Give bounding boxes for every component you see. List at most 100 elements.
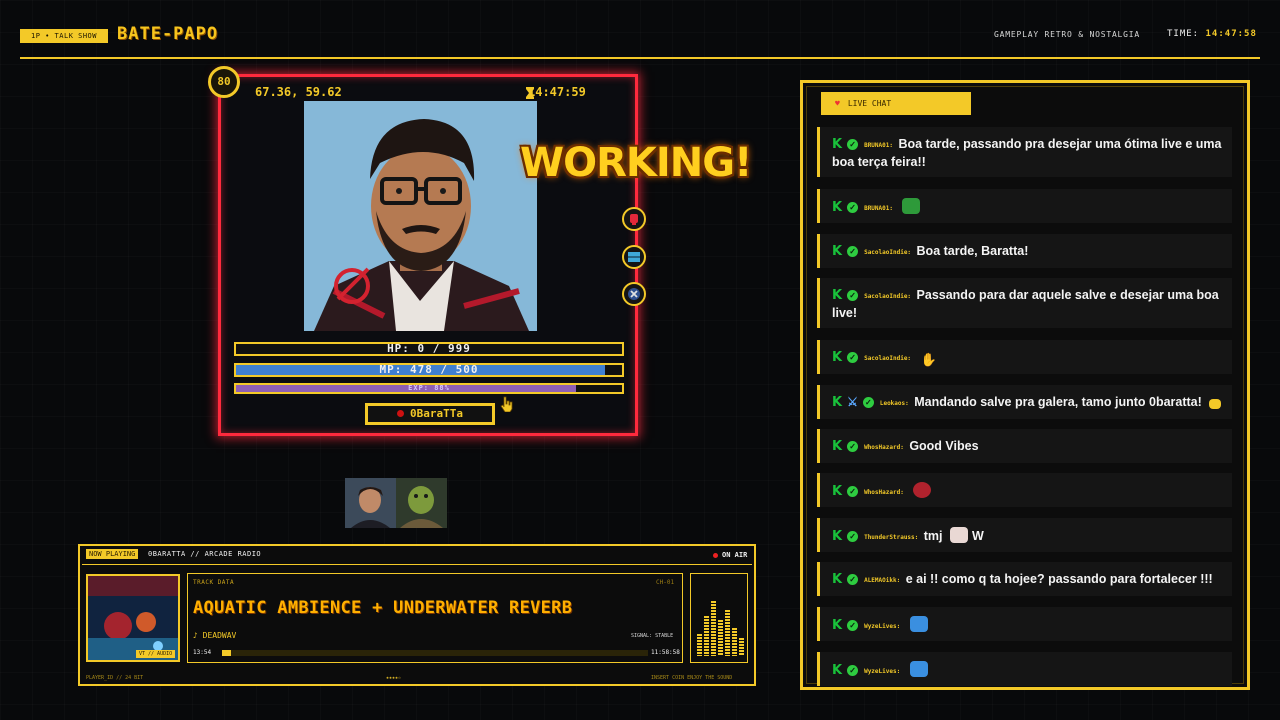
guest-avatar [345, 478, 396, 528]
chat-message: K ✓ SacolaoIndie: Boa tarde, Baratta! [817, 234, 1232, 268]
now-playing-tag: NOW PLAYING [86, 549, 139, 559]
verified-icon: ✓ [847, 531, 859, 542]
mp-label: MP: 478 / 500 [379, 363, 479, 376]
portrait-illustration [304, 101, 537, 331]
verified-icon: ✓ [847, 246, 859, 257]
signal-status: SIGNAL: STABLE [631, 633, 674, 639]
chat-username[interactable]: BRUNA01: [864, 205, 893, 212]
chat-username[interactable]: BRUNA01: [864, 142, 893, 149]
chat-message: K ✓ BRUNA01: Boa tarde, passando pra desej… [817, 127, 1232, 177]
eq-bar [711, 601, 716, 656]
chat-username[interactable]: Leokaos: [880, 400, 909, 407]
radio-footer-note: INSERT COIN ENJOY THE SOUND [651, 675, 733, 681]
eq-bar [718, 620, 723, 656]
chat-message: K ✓ WhosHazard: [817, 473, 1232, 507]
eq-bar [725, 610, 730, 656]
chat-message: K ✓ SacolaoIndie: Passando para dar aquele… [817, 278, 1232, 328]
kick-icon: K [832, 395, 843, 410]
wave-emote-icon [1209, 399, 1222, 409]
hp-label: HP: 0 / 999 [387, 342, 471, 355]
coordinates-readout: 67.36, 59.62 [255, 85, 342, 99]
chat-text: Boa tarde, Baratta! [916, 244, 1029, 258]
stream-subtitle: GAMEPLAY RETRO & NOSTALGIA [994, 30, 1141, 39]
verified-icon: ✓ [847, 441, 859, 452]
map-button[interactable] [622, 245, 646, 269]
cat-emote-icon [909, 661, 928, 677]
kick-icon: K [832, 529, 843, 544]
radio-divider [82, 564, 752, 565]
record-dot-icon [397, 410, 404, 417]
close-button[interactable] [622, 282, 646, 306]
verified-icon: ✓ [847, 486, 859, 497]
kick-icon: K [832, 618, 843, 633]
player-id: PLAYER_ID // 24 BIT [86, 675, 144, 681]
chat-header-label: LIVE CHAT [847, 99, 892, 108]
chat-username[interactable]: WyzeLives: [864, 668, 900, 675]
ogre-avatar [396, 478, 447, 528]
sword-badge-icon: ⚔ [847, 395, 858, 409]
verified-icon: ✓ [847, 352, 859, 363]
hp-bar: HP: 0 / 999 [234, 342, 624, 356]
chat-text-suffix: W [971, 529, 984, 543]
chat-username[interactable]: WhosHazard: [864, 489, 904, 496]
exp-label: EXP: 88% [408, 384, 450, 392]
chat-message: K ✓ WyzeLives: [817, 652, 1232, 686]
verified-icon: ✓ [847, 574, 859, 585]
chat-username[interactable]: ThunderStrauss: [864, 534, 918, 541]
verified-icon: ✓ [847, 665, 859, 676]
chat-username[interactable]: SacolaoIndie: [864, 355, 911, 362]
track-progress-fill [222, 650, 231, 656]
time-label: TIME: [1167, 29, 1200, 39]
chat-username[interactable]: ALEMAOikk: [864, 577, 900, 584]
album-art [86, 574, 180, 662]
total-time: 11:58:58 [651, 649, 680, 656]
header-divider [20, 57, 1260, 59]
rating-stars: ★★★★☆ [386, 675, 402, 681]
page-title: BATE-PAPO [117, 24, 219, 44]
chat-message: K ✓ ThunderStrauss: tmj W [817, 518, 1232, 552]
on-air-indicator: ON AIR [713, 551, 747, 559]
chat-text: Mandando salve pra galera, tamo junto 0b… [914, 395, 1202, 409]
hand-cursor-icon [500, 396, 513, 412]
verified-icon: ✓ [847, 202, 859, 213]
track-progress[interactable] [222, 650, 648, 656]
verified-icon: ✓ [847, 290, 859, 301]
level-badge: 80 [208, 66, 240, 98]
exp-bar: EXP: 88% [234, 383, 624, 394]
close-icon [628, 288, 640, 300]
map-icon [628, 252, 640, 262]
eq-bar [732, 628, 737, 656]
kick-icon: K [832, 439, 843, 454]
eq-bar [704, 616, 709, 656]
chat-username[interactable]: WyzeLives: [864, 623, 900, 630]
chat-username[interactable]: WhosHazard: [864, 444, 904, 451]
chat-username[interactable]: SacolaoIndie: [864, 249, 911, 256]
track-data-label: TRACK DATA [193, 579, 235, 586]
chat-text: Good Vibes [909, 439, 979, 453]
chat-username[interactable]: SacolaoIndie: [864, 293, 911, 300]
chat-message: K ✓ SacolaoIndie: ✋ [817, 340, 1232, 374]
chat-message: K ✓ WyzeLives: [817, 607, 1232, 641]
guest-thumbnail[interactable] [396, 478, 447, 528]
eq-bar [697, 634, 702, 656]
chat-text: e ai !! como q ta hojee? passando para f… [905, 572, 1213, 586]
kick-icon: K [832, 244, 843, 259]
cat-emote-icon [909, 616, 928, 632]
fighter-emote-icon [949, 527, 968, 543]
equalizer [690, 573, 748, 663]
alert-button[interactable] [622, 207, 646, 231]
mp-bar: MP: 478 / 500 [234, 363, 624, 377]
heart-icon: ♥ [835, 99, 840, 108]
channel-label: CH-01 [656, 579, 675, 586]
guest-thumbnail[interactable] [345, 478, 396, 528]
chat-message: K ⚔ ✓ Leokaos: Mandando salve pra galera, t… [817, 385, 1232, 419]
chat-message: K ✓ BRUNA01: [817, 189, 1232, 223]
track-title: AQUATIC AMBIENCE + UNDERWATER REVERB [193, 598, 573, 618]
kick-icon: K [832, 137, 843, 152]
heart-face-emote-icon [913, 482, 932, 498]
clap-emote-icon: ✋ [920, 352, 937, 367]
time-value: 14:47:58 [1205, 29, 1257, 39]
player-name-tag[interactable]: 0BaraTTa [365, 403, 495, 425]
kick-icon: K [832, 663, 843, 678]
kick-icon: K [832, 288, 843, 303]
